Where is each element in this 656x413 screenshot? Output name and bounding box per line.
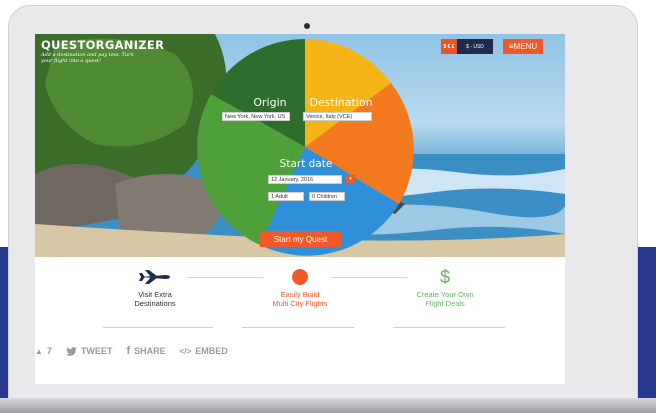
feature-multi-city: Easily Build Multi City Flights: [245, 264, 355, 308]
origin-input[interactable]: New York, New York, US: [222, 112, 290, 121]
feature-title: Create Your Own Flight Deals: [416, 290, 474, 308]
camera-dot: [304, 23, 310, 29]
start-date-input[interactable]: 12 January, 2016: [268, 175, 342, 184]
laptop-base: [0, 398, 656, 413]
laptop-screen: QUESTORGANIZER Add a destination and pay…: [35, 34, 565, 384]
share-button[interactable]: f SHARE: [126, 345, 165, 357]
site-logo[interactable]: QUESTORGANIZER: [41, 38, 164, 52]
orange-dot-icon: [245, 264, 355, 290]
calendar-icon[interactable]: ▾: [346, 175, 355, 183]
facebook-icon: f: [126, 345, 131, 357]
menu-button[interactable]: ≡MENU: [503, 39, 543, 54]
feature-title: Visit Extra Destinations: [134, 290, 176, 308]
hero-background: [35, 34, 565, 257]
upvote-button[interactable]: ▲ 7: [35, 346, 52, 356]
feature-underline: [393, 327, 505, 328]
code-icon: </>: [179, 346, 192, 356]
feature-flight-deals: $ Create Your Own Flight Deals: [390, 264, 500, 309]
children-select[interactable]: 0 Children: [309, 192, 345, 201]
airplane-icon: [100, 264, 210, 290]
feature-extra-destinations: Visit Extra Destinations: [100, 264, 210, 308]
adults-select[interactable]: 1 Adult: [268, 192, 304, 201]
tweet-button[interactable]: TWEET: [65, 346, 113, 356]
upvote-icon: ▲: [35, 346, 43, 356]
twitter-bird-icon: [65, 346, 77, 356]
social-bar: ▲ 7 TWEET f SHARE </> EMBED: [35, 345, 228, 357]
feature-underline: [242, 327, 354, 328]
feature-underline: [103, 327, 213, 328]
destination-label: Destination: [309, 96, 373, 109]
feature-title: Easily Build Multi City Flights: [272, 290, 328, 308]
upvote-count: 7: [46, 346, 52, 356]
search-circle: [197, 39, 414, 256]
hero-section: QUESTORGANIZER Add a destination and pay…: [35, 34, 565, 257]
site-tagline: Add a destination and pay less. Turn you…: [41, 52, 134, 64]
start-date-label: Start date: [279, 158, 333, 170]
tweet-label: TWEET: [80, 346, 113, 356]
share-label: SHARE: [134, 346, 166, 356]
currency-label: $ - USD: [457, 39, 493, 54]
currency-selector[interactable]: $ € £ $ - USD: [441, 39, 493, 54]
origin-label: Origin: [253, 96, 287, 109]
dollar-icon: $: [439, 266, 450, 287]
start-quest-button[interactable]: Start my Quest: [260, 231, 341, 247]
currency-icon: $ € £: [441, 39, 457, 54]
embed-label: EMBED: [195, 346, 228, 356]
destination-input[interactable]: Venice, Italy (VCE): [303, 112, 372, 121]
embed-button[interactable]: </> EMBED: [180, 346, 228, 356]
